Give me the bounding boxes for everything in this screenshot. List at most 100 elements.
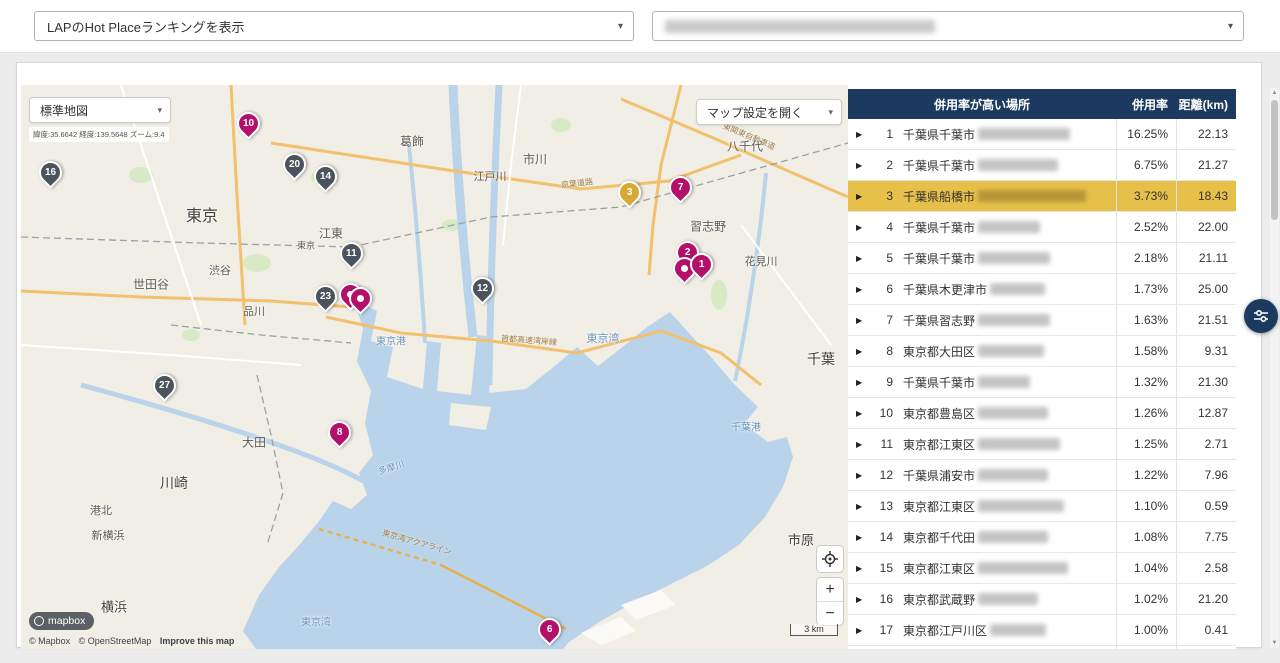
cell-rate: 1.02% bbox=[1116, 584, 1176, 614]
map-pin-16[interactable]: 16 bbox=[34, 156, 67, 189]
cell-rate: 1.73% bbox=[1116, 274, 1176, 304]
map-pin-6[interactable]: 6 bbox=[533, 613, 566, 646]
expand-row-icon[interactable]: ▶ bbox=[856, 502, 867, 511]
map-pin-3[interactable]: 3 bbox=[613, 176, 646, 209]
place-name: 千葉県浦安市 bbox=[903, 467, 975, 484]
cell-rate: 1.26% bbox=[1116, 398, 1176, 428]
map-pin-8[interactable]: 8 bbox=[323, 416, 356, 449]
expand-row-icon[interactable]: ▶ bbox=[856, 626, 867, 635]
table-row[interactable]: ▶17東京都江戸川区1.00%0.41 bbox=[848, 615, 1236, 646]
expand-row-icon[interactable]: ▶ bbox=[856, 223, 867, 232]
rank-number: 10 bbox=[867, 406, 893, 420]
map-pin-11[interactable]: 11 bbox=[335, 237, 368, 270]
table-row[interactable]: ▶2千葉県千葉市6.75%21.27 bbox=[848, 150, 1236, 181]
table-row[interactable]: ▶14東京都千代田1.08%7.75 bbox=[848, 522, 1236, 553]
locate-me-button[interactable] bbox=[817, 546, 843, 572]
map-style-select[interactable]: 標準地図 ▾ bbox=[29, 97, 171, 123]
map-canvas[interactable]: 京葉道路東関東自動車道首都高速湾岸線東京湾アクアライン 葛飾市川八千代東京江戸川… bbox=[21, 85, 848, 649]
table-row[interactable]: ▶4千葉県千葉市2.52%22.00 bbox=[848, 212, 1236, 243]
rank-number: 9 bbox=[867, 375, 893, 389]
main-panel: 京葉道路東関東自動車道首都高速湾岸線東京湾アクアライン 葛飾市川八千代東京江戸川… bbox=[16, 62, 1262, 648]
place-name: 千葉県千葉市 bbox=[903, 126, 975, 143]
table-row[interactable]: ▶11東京都江東区1.25%2.71 bbox=[848, 429, 1236, 460]
expand-row-icon[interactable]: ▶ bbox=[856, 254, 867, 263]
table-row[interactable]: ▶6千葉県木更津市1.73%25.00 bbox=[848, 274, 1236, 305]
top-bar: LAPのHot Placeランキングを表示 ▾ ▾ bbox=[0, 0, 1280, 53]
rank-number: 6 bbox=[867, 282, 893, 296]
expand-row-icon[interactable]: ▶ bbox=[856, 595, 867, 604]
map-settings-button[interactable]: マップ設定を開く ▾ bbox=[696, 99, 842, 125]
expand-row-icon[interactable]: ▶ bbox=[856, 161, 867, 170]
secondary-select[interactable]: ▾ bbox=[652, 11, 1244, 41]
header-place: 併用率が高い場所 bbox=[848, 96, 1116, 113]
pin-number: 6 bbox=[547, 624, 553, 635]
expand-row-icon[interactable]: ▶ bbox=[856, 316, 867, 325]
cell-rate bbox=[1116, 646, 1176, 649]
mapbox-logo[interactable]: mapbox bbox=[29, 612, 94, 630]
expand-row-icon[interactable]: ▶ bbox=[856, 471, 867, 480]
table-scrollbar[interactable]: ▲ ▼ bbox=[1270, 88, 1279, 648]
table-row[interactable]: ▶9千葉県千葉市1.32%21.30 bbox=[848, 367, 1236, 398]
table-row[interactable]: ▶5千葉県千葉市2.18%21.11 bbox=[848, 243, 1236, 274]
filter-toggle-button[interactable] bbox=[1244, 299, 1278, 333]
cell-place: ▶9千葉県千葉市 bbox=[848, 367, 1116, 397]
rank-number: 2 bbox=[867, 158, 893, 172]
mapbox-logo-text: mapbox bbox=[48, 615, 85, 627]
zoom-out-button[interactable]: − bbox=[817, 601, 843, 625]
cell-rate: 1.00% bbox=[1116, 615, 1176, 645]
map-pin-27[interactable]: 27 bbox=[148, 369, 181, 402]
place-name: 東京都武蔵野 bbox=[903, 591, 975, 608]
ranking-table-header: 併用率が高い場所 併用率 距離(km) bbox=[848, 89, 1236, 119]
map-pin-20[interactable]: 20 bbox=[278, 148, 311, 181]
cell-rate: 1.10% bbox=[1116, 491, 1176, 521]
map-pin-12[interactable]: 12 bbox=[466, 272, 499, 305]
blurred-place-name bbox=[978, 531, 1048, 543]
table-row[interactable]: ▶15東京都江東区1.04%2.58 bbox=[848, 553, 1236, 584]
cell-place: ▶1千葉県千葉市 bbox=[848, 119, 1116, 149]
map-coordinates: 緯度:35.6642 経度:139.5648 ズーム:9.4 bbox=[29, 127, 169, 142]
scroll-up-icon[interactable]: ▲ bbox=[1270, 88, 1279, 98]
expand-row-icon[interactable]: ▶ bbox=[856, 564, 867, 573]
map-pin-23[interactable]: 23 bbox=[309, 280, 342, 313]
table-row[interactable]: ▶10東京都豊島区1.26%12.87 bbox=[848, 398, 1236, 429]
pin-dot-icon bbox=[681, 265, 688, 272]
attribution-mapbox-link[interactable]: © Mapbox bbox=[29, 636, 70, 646]
map-pin-7[interactable]: 7 bbox=[664, 171, 697, 204]
table-row[interactable]: ▶8東京都大田区1.58%9.31 bbox=[848, 336, 1236, 367]
cell-rate: 2.18% bbox=[1116, 243, 1176, 273]
blurred-place-name bbox=[978, 469, 1048, 481]
cell-distance: 7.96 bbox=[1176, 460, 1236, 490]
table-row[interactable]: ▶16東京都武蔵野1.02%21.20 bbox=[848, 584, 1236, 615]
ranking-type-select[interactable]: LAPのHot Placeランキングを表示 ▾ bbox=[34, 11, 634, 41]
place-name: 東京都江東区 bbox=[903, 498, 975, 515]
cell-place: ▶5千葉県千葉市 bbox=[848, 243, 1116, 273]
map-pin-14[interactable]: 14 bbox=[309, 160, 342, 193]
scroll-down-icon[interactable]: ▼ bbox=[1270, 638, 1279, 648]
expand-row-icon[interactable]: ▶ bbox=[856, 440, 867, 449]
mapbox-logo-icon bbox=[34, 616, 44, 626]
improve-map-link[interactable]: Improve this map bbox=[160, 636, 235, 646]
table-row[interactable]: ▶18東京都 bbox=[848, 646, 1236, 649]
pin-number: 12 bbox=[477, 283, 488, 294]
map-pin-10[interactable]: 10 bbox=[232, 107, 265, 140]
table-row[interactable]: ▶13東京都江東区1.10%0.59 bbox=[848, 491, 1236, 522]
expand-row-icon[interactable]: ▶ bbox=[856, 130, 867, 139]
table-row[interactable]: ▶3千葉県船橋市3.73%18.43 bbox=[848, 181, 1236, 212]
expand-row-icon[interactable]: ▶ bbox=[856, 192, 867, 201]
table-row[interactable]: ▶12千葉県浦安市1.22%7.96 bbox=[848, 460, 1236, 491]
table-row[interactable]: ▶1千葉県千葉市16.25%22.13 bbox=[848, 119, 1236, 150]
expand-row-icon[interactable]: ▶ bbox=[856, 409, 867, 418]
chevron-down-icon: ▾ bbox=[1228, 21, 1233, 32]
scrollbar-thumb[interactable] bbox=[1271, 100, 1278, 220]
cell-distance: 9.31 bbox=[1176, 336, 1236, 366]
expand-row-icon[interactable]: ▶ bbox=[856, 533, 867, 542]
attribution-osm-link[interactable]: © OpenStreetMap bbox=[79, 636, 152, 646]
place-name: 千葉県習志野 bbox=[903, 312, 975, 329]
expand-row-icon[interactable]: ▶ bbox=[856, 347, 867, 356]
zoom-in-button[interactable]: + bbox=[817, 578, 843, 601]
place-name: 東京都豊島区 bbox=[903, 405, 975, 422]
rank-number: 14 bbox=[867, 530, 893, 544]
expand-row-icon[interactable]: ▶ bbox=[856, 378, 867, 387]
table-row[interactable]: ▶7千葉県習志野1.63%21.51 bbox=[848, 305, 1236, 336]
expand-row-icon[interactable]: ▶ bbox=[856, 285, 867, 294]
